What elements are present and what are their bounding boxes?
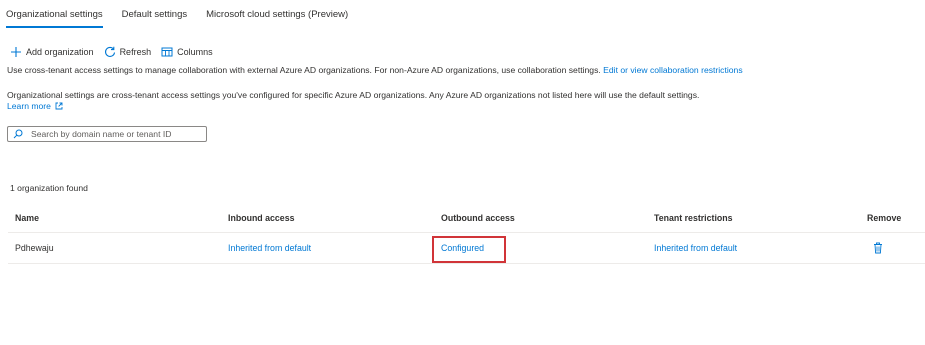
refresh-button[interactable]: Refresh <box>104 46 152 58</box>
column-header-tenant-restrictions[interactable]: Tenant restrictions <box>654 213 733 223</box>
search-input[interactable] <box>31 129 206 139</box>
refresh-label: Refresh <box>119 47 152 57</box>
table-divider <box>8 232 925 233</box>
search-icon <box>13 129 23 139</box>
learn-more-link[interactable]: Learn more <box>7 101 51 111</box>
columns-label: Columns <box>177 47 213 57</box>
result-count: 1 organization found <box>10 183 88 193</box>
info-line-1-text: Use cross-tenant access settings to mana… <box>7 65 601 75</box>
tab-bar: Organizational settings Default settings… <box>6 6 367 28</box>
learn-more-wrapper: Learn more <box>7 101 63 111</box>
search-box <box>7 126 207 142</box>
add-organization-button[interactable]: Add organization <box>10 46 94 58</box>
tab-organizational-settings[interactable]: Organizational settings <box>6 6 103 28</box>
tenant-restrictions-link[interactable]: Inherited from default <box>654 243 737 253</box>
tab-microsoft-cloud-settings[interactable]: Microsoft cloud settings (Preview) <box>206 6 348 28</box>
tab-default-settings[interactable]: Default settings <box>122 6 187 28</box>
table-header: Name Inbound access Outbound access Tena… <box>8 213 925 227</box>
trash-icon[interactable] <box>873 242 883 256</box>
columns-icon <box>161 46 173 58</box>
inbound-access-link[interactable]: Inherited from default <box>228 243 311 253</box>
columns-button[interactable]: Columns <box>161 46 213 58</box>
external-link-icon[interactable] <box>53 101 63 111</box>
plus-icon <box>10 46 22 58</box>
column-header-name[interactable]: Name <box>15 213 39 223</box>
info-line-2: Organizational settings are cross-tenant… <box>7 90 700 100</box>
add-organization-label: Add organization <box>26 47 94 57</box>
info-line-1: Use cross-tenant access settings to mana… <box>7 65 743 75</box>
org-name-cell: Pdhewaju <box>15 243 54 253</box>
table-row-divider <box>8 263 925 264</box>
edit-collaboration-restrictions-link[interactable]: Edit or view collaboration restrictions <box>603 65 742 75</box>
column-header-inbound[interactable]: Inbound access <box>228 213 294 223</box>
column-header-remove[interactable]: Remove <box>867 213 901 223</box>
column-header-outbound[interactable]: Outbound access <box>441 213 515 223</box>
refresh-icon <box>104 46 116 58</box>
toolbar: Add organization Refresh Columns <box>10 45 223 59</box>
highlight-box <box>432 236 506 263</box>
